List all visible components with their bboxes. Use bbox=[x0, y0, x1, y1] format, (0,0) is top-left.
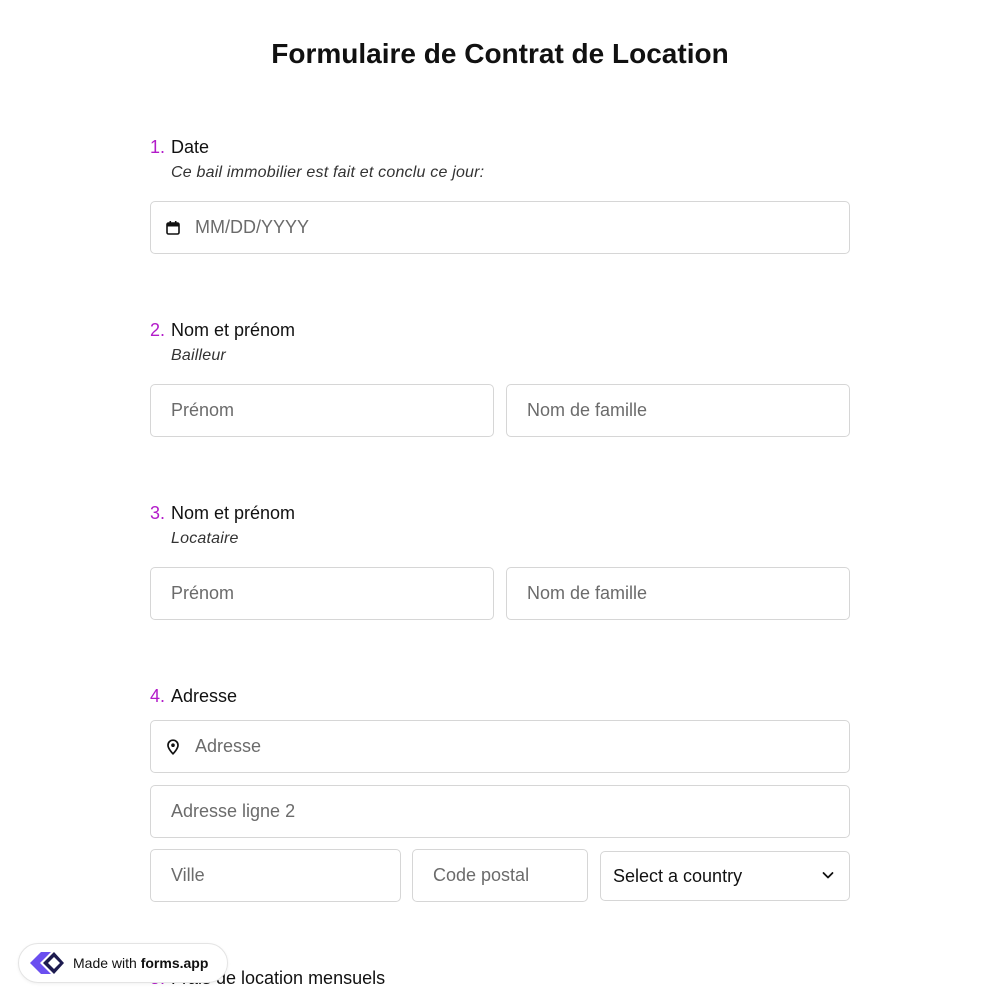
postal-code-input[interactable]: Code postal bbox=[412, 849, 588, 902]
country-select[interactable]: Select a country bbox=[600, 851, 850, 901]
question-label: Nom et prénom bbox=[171, 320, 296, 340]
city-input[interactable]: Ville bbox=[150, 849, 401, 902]
question-number: 3. bbox=[150, 503, 166, 523]
badge-prefix: Made with bbox=[73, 955, 137, 971]
date-input[interactable]: MM/DD/YYYY bbox=[150, 201, 850, 254]
question-monthly-rent: 5. Frais de location mensuels bbox=[150, 968, 850, 989]
map-pin-icon bbox=[165, 738, 181, 755]
question-number: 2. bbox=[150, 320, 166, 340]
form-title: Formulaire de Contrat de Location bbox=[271, 38, 729, 69]
tenant-first-name-input[interactable]: Prénom bbox=[150, 567, 494, 620]
badge-brand: forms.app bbox=[140, 955, 209, 971]
date-placeholder: MM/DD/YYYY bbox=[195, 217, 310, 237]
first-name-placeholder: Prénom bbox=[171, 583, 235, 603]
question-tenant-name: 3. Nom et prénom Locataire bbox=[150, 503, 850, 548]
question-label: Nom et prénom bbox=[171, 503, 296, 523]
tenant-last-name-input[interactable]: Nom de famille bbox=[506, 567, 850, 620]
city-placeholder: Ville bbox=[171, 865, 205, 885]
address-line2-placeholder: Adresse ligne 2 bbox=[171, 801, 296, 821]
last-name-placeholder: Nom de famille bbox=[527, 583, 648, 603]
forms-app-logo-icon bbox=[30, 952, 64, 974]
first-name-placeholder: Prénom bbox=[171, 400, 235, 420]
calendar-icon bbox=[165, 220, 181, 236]
question-label: Date bbox=[171, 137, 210, 157]
address-input[interactable]: Adresse bbox=[150, 720, 850, 773]
address-placeholder: Adresse bbox=[195, 736, 262, 756]
landlord-last-name-input[interactable]: Nom de famille bbox=[506, 384, 850, 437]
last-name-placeholder: Nom de famille bbox=[527, 400, 648, 420]
question-subtitle: Bailleur bbox=[171, 347, 226, 364]
question-subtitle: Ce bail immobilier est fait et conclu ce… bbox=[171, 164, 485, 181]
chevron-down-icon bbox=[821, 866, 835, 887]
question-landlord-name: 2. Nom et prénom Bailleur bbox=[150, 320, 850, 365]
question-number: 1. bbox=[150, 137, 166, 157]
address-line2-input[interactable]: Adresse ligne 2 bbox=[150, 785, 850, 838]
question-subtitle: Locataire bbox=[171, 530, 239, 547]
question-date: 1. Date Ce bail immobilier est fait et c… bbox=[150, 137, 850, 182]
made-with-badge[interactable]: Made with forms.app bbox=[18, 943, 228, 983]
country-select-value: Select a country bbox=[613, 865, 743, 886]
question-address: 4. Adresse bbox=[150, 686, 850, 707]
question-label: Adresse bbox=[171, 686, 238, 706]
postal-code-placeholder: Code postal bbox=[433, 865, 530, 885]
landlord-first-name-input[interactable]: Prénom bbox=[150, 384, 494, 437]
question-number: 4. bbox=[150, 686, 166, 706]
